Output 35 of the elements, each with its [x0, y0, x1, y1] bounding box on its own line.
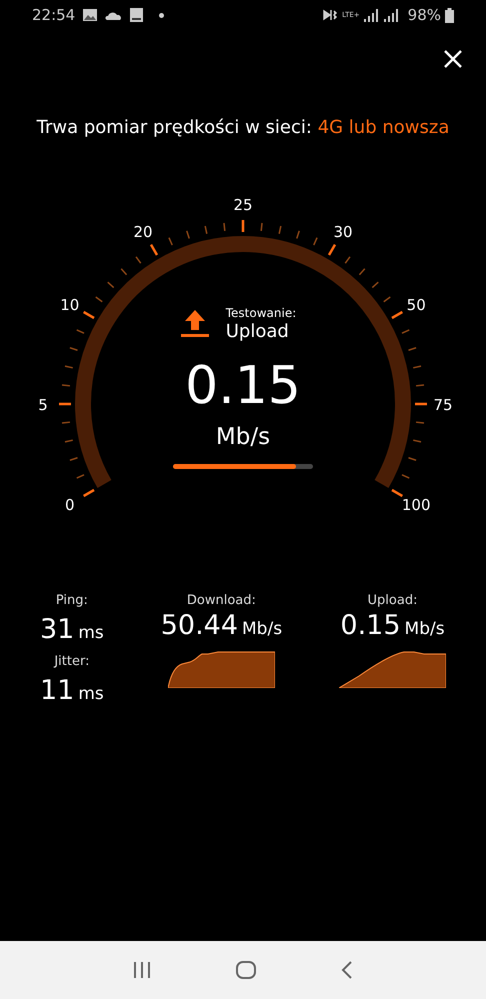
image-icon	[83, 9, 98, 21]
phase-label: Testowanie:	[226, 305, 296, 322]
screen-icon	[130, 8, 144, 22]
scale-label: 20	[133, 222, 153, 241]
recent-apps-icon[interactable]	[132, 962, 151, 978]
stat-value: 0.15 Mb/s	[340, 610, 445, 640]
status-message: Trwa pomiar prędkości w sieci: 4G lub nowsza	[36, 116, 450, 140]
scale-label: 10	[60, 296, 80, 314]
scale-label: 0	[65, 496, 75, 514]
stat-value: 31 ms	[40, 614, 104, 644]
upload-icon	[180, 308, 210, 338]
speed-value: 0.15	[185, 360, 301, 412]
speed-unit: Mb/s	[216, 422, 270, 452]
cloud-icon	[105, 10, 122, 20]
stat-label: Download:	[186, 592, 256, 610]
dot-icon	[159, 12, 164, 18]
stat-label: Upload:	[368, 592, 418, 610]
scale-label: 50	[406, 296, 426, 314]
clock-time: 22:54	[32, 4, 76, 26]
stat-label: Jitter:	[54, 653, 90, 672]
close-icon[interactable]	[444, 50, 462, 68]
stat-label: Ping:	[56, 592, 88, 610]
scale-label: 25	[233, 196, 253, 214]
scale-label: 30	[333, 222, 353, 241]
phase-name: Upload	[226, 322, 290, 342]
scale-label: 100	[402, 496, 431, 514]
signal-icon	[364, 8, 400, 22]
battery-icon	[445, 8, 454, 22]
battery-percent: 98%	[408, 4, 441, 26]
back-icon[interactable]	[341, 961, 354, 979]
stat-value: 50.44 Mb/s	[160, 610, 282, 640]
scale-label: 5	[38, 396, 48, 414]
scale-label: 75	[433, 396, 453, 414]
stat-value: 11 ms	[40, 676, 104, 706]
home-icon[interactable]	[236, 961, 256, 979]
